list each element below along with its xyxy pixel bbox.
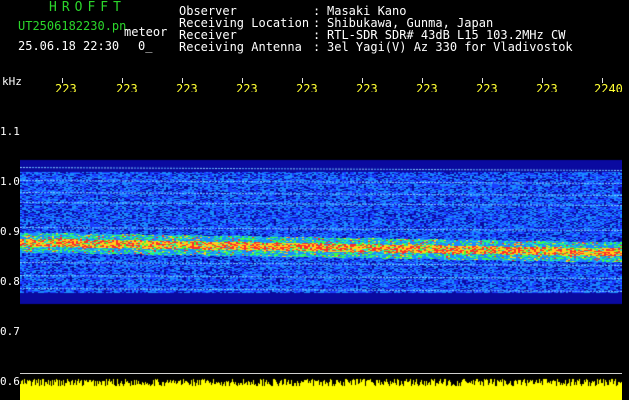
y-tick-label: 1.1 <box>0 125 20 138</box>
echo-power-band <box>20 378 622 400</box>
date-time: 25.06.18 22:30 <box>18 39 120 53</box>
y-tick-label: 0.9 <box>0 225 20 238</box>
x-tick-mark <box>242 78 243 83</box>
mode-label: meteor <box>124 25 168 39</box>
x-tick-mark <box>182 78 183 83</box>
x-tick-mark <box>122 78 123 83</box>
info-sep-antenna: : <box>313 40 321 54</box>
spectrogram <box>20 92 622 398</box>
app-title: HROFFT <box>49 0 126 15</box>
file-name: UT2506182230.pn <box>18 19 127 33</box>
info-value-antenna: 3el Yagi(V) Az 330 for Vladivostok <box>327 40 573 54</box>
baseline-divider <box>20 373 622 374</box>
hrofft-window: HROFFT UT2506182230.pn meteor 25.06.18 2… <box>0 0 629 400</box>
x-tick-mark <box>602 78 603 83</box>
status-value: 0_ <box>138 39 153 53</box>
y-tick-label: 0.6 <box>0 375 20 388</box>
info-label-antenna: Receiving Antenna <box>179 40 302 54</box>
x-tick-mark <box>542 78 543 83</box>
x-tick-mark <box>62 78 63 83</box>
y-tick-label: 0.7 <box>0 325 20 338</box>
y-tick-label: 0.8 <box>0 275 20 288</box>
x-tick-mark <box>422 78 423 83</box>
y-axis-unit: kHz <box>2 75 22 88</box>
x-tick-mark <box>302 78 303 83</box>
x-tick-mark <box>362 78 363 83</box>
y-tick-label: 1.0 <box>0 175 20 188</box>
x-tick-mark <box>482 78 483 83</box>
